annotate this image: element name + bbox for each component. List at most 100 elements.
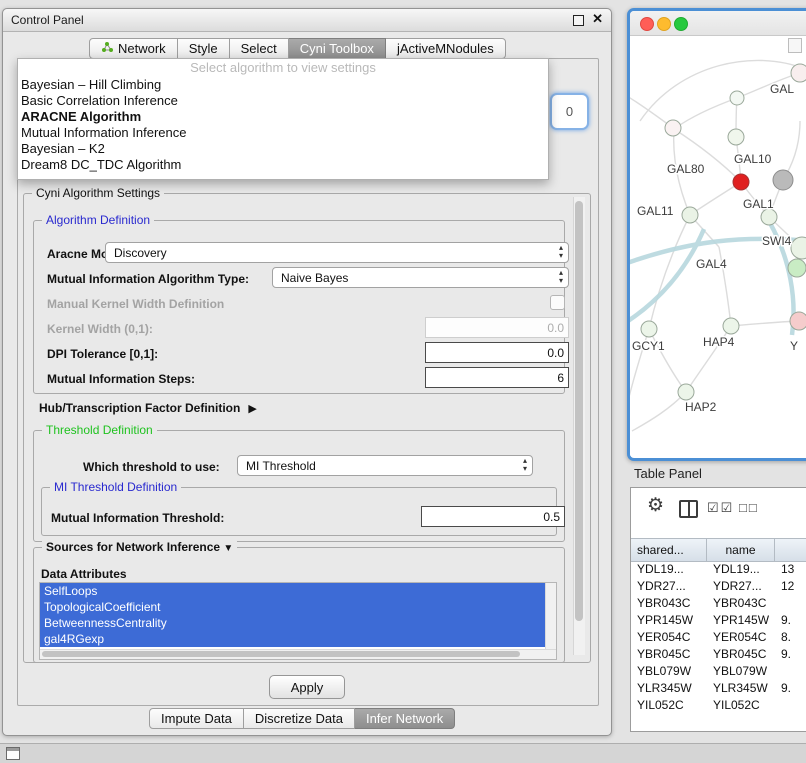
cell: 9.	[775, 646, 806, 663]
cell: YBR045C	[631, 646, 707, 663]
list-scrollbar-thumb[interactable]	[42, 651, 520, 657]
tab-select[interactable]: Select	[230, 38, 289, 59]
table-row[interactable]: YBL079W YBL079W	[631, 663, 806, 680]
table-row[interactable]: YPR145W YPR145W 9.	[631, 612, 806, 629]
table-row[interactable]: YDL19... YDL19... 13	[631, 561, 806, 578]
graph-node[interactable]	[761, 209, 777, 225]
cell: YBR043C	[631, 595, 707, 612]
kernel-width-field[interactable]	[425, 317, 569, 338]
network-window-titlebar[interactable]	[630, 11, 806, 36]
traffic-close-icon[interactable]	[640, 17, 654, 31]
table-row[interactable]: YBR045C YBR045C 9.	[631, 646, 806, 663]
tab-label: Network	[118, 41, 166, 56]
dropdown-item[interactable]: Basic Correlation Inference	[18, 93, 548, 109]
graph-node[interactable]	[791, 64, 806, 82]
table-row[interactable]: YLR345W YLR345W 9.	[631, 680, 806, 697]
chevron-updown-icon: ▴▾	[559, 269, 563, 285]
focused-spinner-field[interactable]: 0	[550, 93, 589, 130]
traffic-minimize-icon[interactable]	[657, 17, 671, 31]
group-legend: MI Threshold Definition	[50, 480, 181, 495]
tab-label: Cyni Toolbox	[300, 41, 374, 56]
unchecked-boxes-icon[interactable]: □□	[739, 500, 759, 515]
network-canvas[interactable]: GAL GAL80 GAL10 GAL11 GAL1 SWI4 GAL4 GCY…	[630, 36, 806, 456]
manual-kernel-checkbox[interactable]	[550, 295, 565, 310]
cell: YLR345W	[631, 680, 707, 697]
apply-button[interactable]: Apply	[269, 675, 345, 699]
dropdown-item[interactable]: Bayesian – K2	[18, 141, 548, 157]
gear-icon[interactable]: ⚙	[647, 494, 664, 517]
tab-cyni-toolbox[interactable]: Cyni Toolbox	[289, 38, 386, 59]
node-label: Y	[790, 339, 798, 353]
tab-label: Select	[241, 41, 277, 56]
graph-node[interactable]	[641, 321, 657, 337]
table-row[interactable]: YIL052C YIL052C	[631, 697, 806, 714]
graph-node-pink[interactable]	[790, 312, 806, 330]
cell: 8.	[775, 629, 806, 646]
settings-scrollbar[interactable]	[573, 197, 585, 655]
graph-node[interactable]	[682, 207, 698, 223]
graph-node[interactable]	[728, 129, 744, 145]
traffic-zoom-icon[interactable]	[674, 17, 688, 31]
tab-discretize-data[interactable]: Discretize Data	[244, 708, 355, 729]
graph-node[interactable]	[723, 318, 739, 334]
chevron-right-icon: ▶	[248, 402, 256, 415]
column-header[interactable]: shared...	[631, 539, 707, 561]
list-item[interactable]: TopologicalCoefficient	[40, 599, 546, 615]
aracne-mode-combo[interactable]: Discovery ▴▾	[105, 242, 569, 263]
close-icon[interactable]: ✕	[592, 11, 603, 27]
graph-node[interactable]	[678, 384, 694, 400]
cell: YPR145W	[707, 612, 775, 629]
graph-node[interactable]	[730, 91, 744, 105]
graph-node[interactable]	[665, 120, 681, 136]
mi-threshold-field[interactable]	[421, 506, 565, 527]
control-panel-titlebar[interactable]: Control Panel ✕	[3, 9, 611, 32]
list-vertical-scrollbar[interactable]	[545, 583, 556, 650]
graph-node-red[interactable]	[733, 174, 749, 190]
checked-boxes-icon[interactable]: ☑☑	[707, 500, 734, 516]
cell: YLR345W	[707, 680, 775, 697]
canvas-scrollbar-stub[interactable]	[788, 38, 802, 53]
sources-toggle[interactable]: Sources for Network Inference ▼	[42, 540, 237, 556]
group-legend: Algorithm Definition	[42, 213, 154, 228]
node-label: GAL	[770, 82, 794, 96]
window-title: Control Panel	[11, 13, 84, 27]
cell	[775, 595, 806, 612]
which-threshold-combo[interactable]: MI Threshold ▴▾	[237, 455, 533, 476]
list-item[interactable]: BetweennessCentrality	[40, 615, 546, 631]
mi-type-combo[interactable]: Naive Bayes ▴▾	[272, 267, 569, 288]
node-label: GCY1	[632, 339, 665, 353]
cell: YDL19...	[631, 561, 707, 578]
column-header[interactable]	[775, 539, 806, 561]
list-item[interactable]: gal4RGexp	[40, 631, 546, 647]
list-item[interactable]: SelfLoops	[40, 583, 546, 599]
panel-toggle-icon[interactable]	[6, 747, 20, 760]
dropdown-item[interactable]: Bayesian – Hill Climbing	[18, 77, 548, 93]
tab-impute-data[interactable]: Impute Data	[149, 708, 244, 729]
table-row[interactable]: YBR043C YBR043C	[631, 595, 806, 612]
tab-infer-network[interactable]: Infer Network	[355, 708, 455, 729]
settings-scrollbar-thumb[interactable]	[575, 201, 583, 621]
data-attributes-label: Data Attributes	[41, 567, 127, 581]
node-label: GAL4	[696, 257, 727, 271]
tab-network[interactable]: Network	[89, 38, 178, 59]
mi-steps-field[interactable]	[425, 367, 569, 388]
group-legend: Threshold Definition	[42, 423, 157, 438]
hub-definition-toggle[interactable]: Hub/Transcription Factor Definition ▶	[39, 401, 257, 415]
column-header[interactable]: name	[707, 539, 775, 561]
graph-node-gray[interactable]	[773, 170, 793, 190]
table-row[interactable]: YDR27... YDR27... 12	[631, 578, 806, 595]
graph-node-green[interactable]	[788, 259, 806, 277]
tab-jactivemnodules[interactable]: jActiveMNodules	[386, 38, 506, 59]
chevron-down-icon: ▼	[223, 543, 233, 554]
table-row[interactable]: YER054C YER054C 8.	[631, 629, 806, 646]
dpi-tolerance-field[interactable]	[425, 342, 569, 363]
dropdown-item[interactable]: Dream8 DC_TDC Algorithm	[18, 157, 548, 173]
graph-nodes	[641, 64, 806, 400]
dropdown-item-selected[interactable]: ARACNE Algorithm	[18, 109, 548, 125]
tab-style[interactable]: Style	[178, 38, 230, 59]
dropdown-item[interactable]: Mutual Information Inference	[18, 125, 548, 141]
list-horizontal-scrollbar[interactable]	[40, 649, 556, 659]
cell: 9.	[775, 612, 806, 629]
minimize-icon[interactable]	[573, 15, 584, 26]
columns-icon[interactable]	[679, 500, 698, 518]
